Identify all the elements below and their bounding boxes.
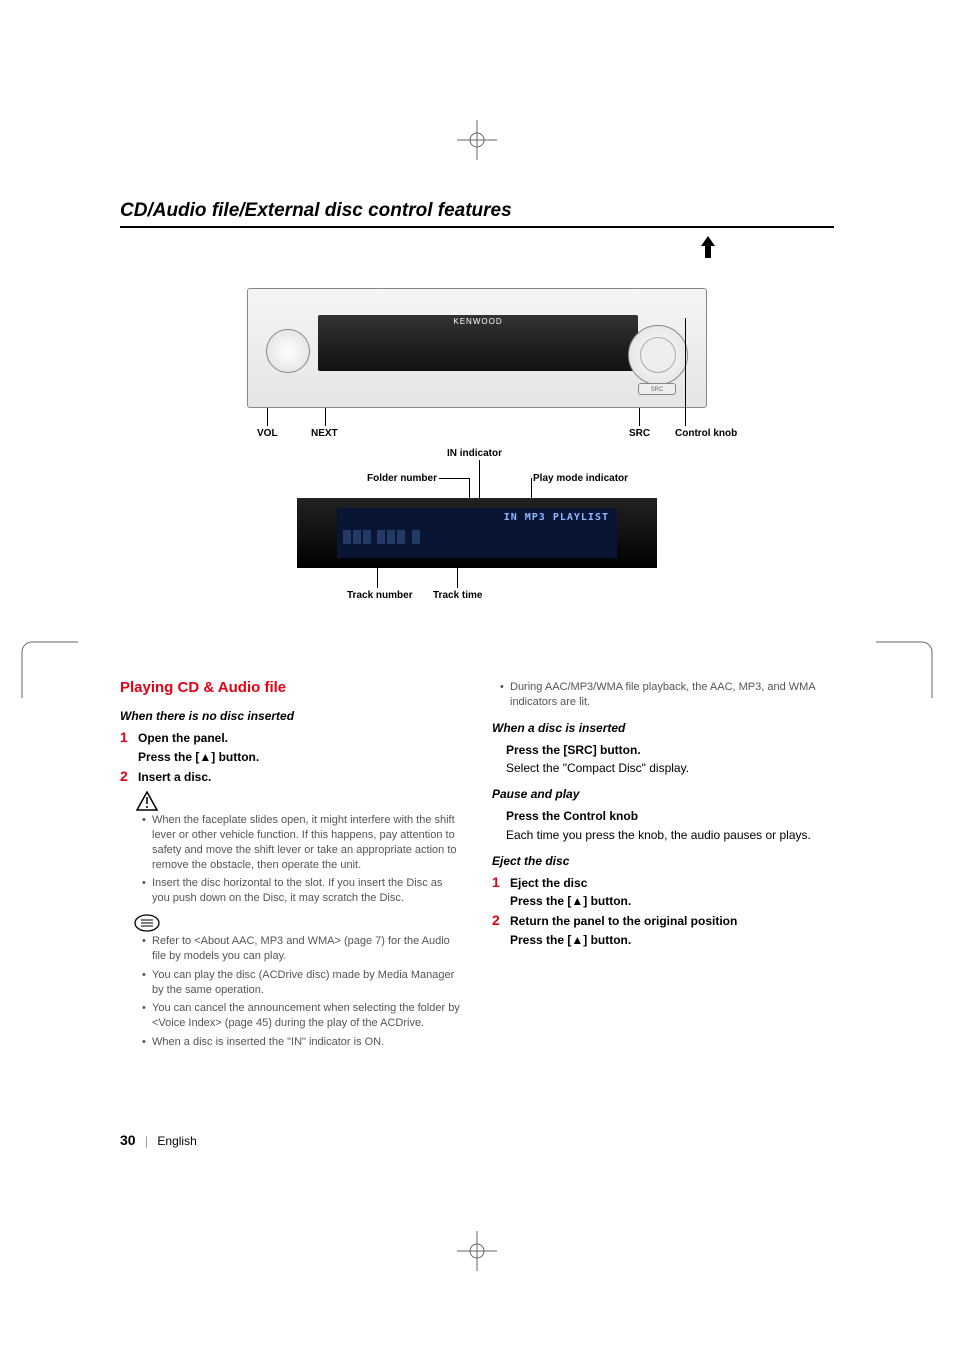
- step-2-return-panel: 2 Return the panel to the original posit…: [492, 913, 834, 947]
- kenwood-logo: KENWOOD: [318, 315, 638, 326]
- radio-display: KENWOOD: [318, 315, 638, 371]
- instruction-title: Press the Control knob: [506, 808, 834, 824]
- right-column: During AAC/MP3/WMA file playback, the AA…: [492, 678, 834, 1054]
- print-corner-right: [874, 640, 934, 700]
- note-item: Insert the disc horizontal to the slot. …: [142, 876, 462, 906]
- info-notes-right: During AAC/MP3/WMA file playback, the AA…: [500, 680, 834, 710]
- label-vol: VOL: [257, 428, 278, 439]
- step-title: Insert a disc.: [138, 769, 462, 785]
- page-footer: 30 | English: [120, 1132, 197, 1148]
- left-column: Playing CD & Audio file When there is no…: [120, 678, 462, 1054]
- label-control-knob: Control knob: [675, 428, 737, 439]
- instruction-body: Each time you press the knob, the audio …: [506, 827, 834, 843]
- step-number: 2: [492, 913, 504, 947]
- display-closeup: IN MP3 PLAYLIST: [297, 498, 657, 568]
- step-instruction: Press the [▲] button.: [510, 932, 834, 948]
- step-title: Eject the disc: [510, 875, 834, 891]
- step-number: 1: [492, 875, 504, 909]
- info-notes: Refer to <About AAC, MP3 and WMA> (page …: [142, 934, 462, 1050]
- note-item: You can cancel the announcement when sel…: [142, 1001, 462, 1031]
- leader: [439, 478, 469, 479]
- control-knob-inner: [640, 337, 676, 373]
- leader: [639, 408, 640, 426]
- step-instruction: Press the [▲] button.: [138, 749, 462, 765]
- label-next: NEXT: [311, 428, 338, 439]
- subhead-no-disc: When there is no disc inserted: [120, 708, 462, 724]
- lcd-digits: [343, 530, 443, 546]
- subhead-pause-play: Pause and play: [492, 786, 834, 802]
- lcd-screen: IN MP3 PLAYLIST: [337, 508, 617, 558]
- src-button: SRC: [638, 383, 676, 395]
- print-crosshair-bottom: [457, 1231, 497, 1271]
- step-2-insert-disc: 2 Insert a disc.: [120, 769, 462, 785]
- step-number: 2: [120, 769, 132, 785]
- label-track-number: Track number: [347, 590, 413, 601]
- section-title: CD/Audio file/External disc control feat…: [120, 200, 834, 222]
- subhead-disc-inserted: When a disc is inserted: [492, 720, 834, 736]
- note-item: During AAC/MP3/WMA file playback, the AA…: [500, 680, 834, 710]
- leader: [685, 318, 686, 426]
- leader: [457, 568, 458, 588]
- warning-icon: [136, 791, 462, 811]
- device-diagram: KENWOOD SRC VOL NEXT SRC Control knob IN…: [197, 258, 757, 618]
- label-src: SRC: [629, 428, 650, 439]
- leader: [267, 408, 268, 426]
- step-instruction: Press the [▲] button.: [510, 893, 834, 909]
- warning-notes: When the faceplate slides open, it might…: [142, 813, 462, 906]
- note-item: When the faceplate slides open, it might…: [142, 813, 462, 872]
- label-play-mode: Play mode indicator: [533, 473, 628, 484]
- page-number: 30: [120, 1132, 136, 1148]
- note-item: When a disc is inserted the "IN" indicat…: [142, 1035, 462, 1050]
- label-track-time: Track time: [433, 590, 482, 601]
- instruction-body: Select the "Compact Disc" display.: [506, 760, 834, 776]
- step-title: Return the panel to the original positio…: [510, 913, 834, 929]
- info-icon: [134, 914, 462, 932]
- step-1-eject: 1 Eject the disc Press the [▲] button.: [492, 875, 834, 909]
- label-in-indicator: IN indicator: [447, 448, 502, 459]
- heading-playing-cd: Playing CD & Audio file: [120, 678, 462, 698]
- note-item: Refer to <About AAC, MP3 and WMA> (page …: [142, 934, 462, 964]
- step-title: Open the panel.: [138, 730, 462, 746]
- instruction-title: Press the [SRC] button.: [506, 742, 834, 758]
- label-folder-number: Folder number: [347, 473, 437, 484]
- vol-knob: [266, 329, 310, 373]
- lcd-indicators: IN MP3 PLAYLIST: [504, 512, 609, 523]
- footer-language: English: [157, 1134, 196, 1148]
- step-number: 1: [120, 730, 132, 764]
- print-crosshair-top: [457, 120, 497, 160]
- note-item: You can play the disc (ACDrive disc) mad…: [142, 968, 462, 998]
- step-1-open-panel: 1 Open the panel. Press the [▲] button.: [120, 730, 462, 764]
- leader: [377, 568, 378, 588]
- subhead-eject: Eject the disc: [492, 853, 834, 869]
- print-corner-left: [20, 640, 80, 700]
- footer-separator: |: [145, 1134, 148, 1148]
- radio-faceplate: KENWOOD SRC: [247, 288, 707, 408]
- leader: [325, 408, 326, 426]
- eject-indicator: [699, 236, 717, 258]
